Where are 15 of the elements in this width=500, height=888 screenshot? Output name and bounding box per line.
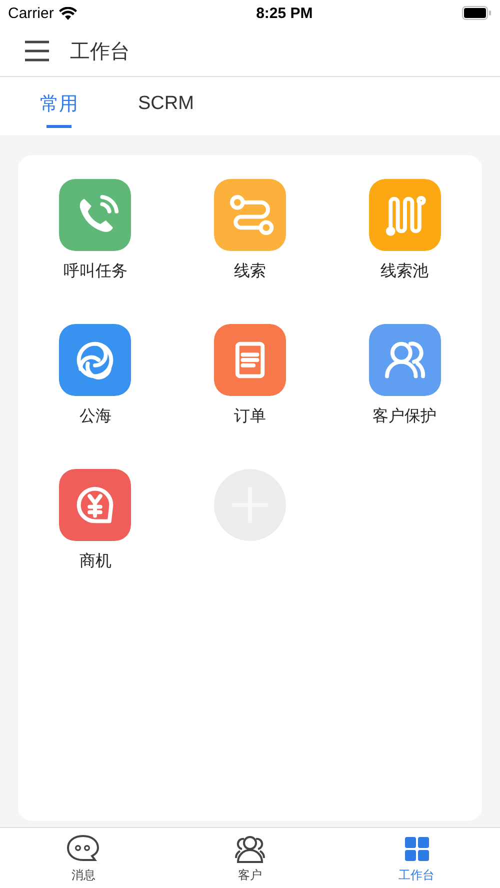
app-label: 呼叫任务 [63,262,128,282]
bottom-tab[interactable]: 消息 [0,828,167,888]
tab[interactable]: SCRM [138,86,194,126]
app-label: 线索 [234,262,266,282]
bottom-tab[interactable]: 工作台 [333,828,500,888]
carrier-label: Carrier [8,4,54,22]
tab[interactable]: 常用 [40,84,78,128]
app-label: 客户保护 [372,406,437,427]
page-title: 工作台 [70,40,130,64]
app-label: 线索池 [380,262,429,282]
app-label: 订单 [234,407,266,427]
status-time: 8:25 PM [256,4,313,22]
bottom-tab[interactable]: 客户 [166,828,334,888]
app-label: 商机 [79,552,112,572]
app-label: 公海 [79,407,112,427]
